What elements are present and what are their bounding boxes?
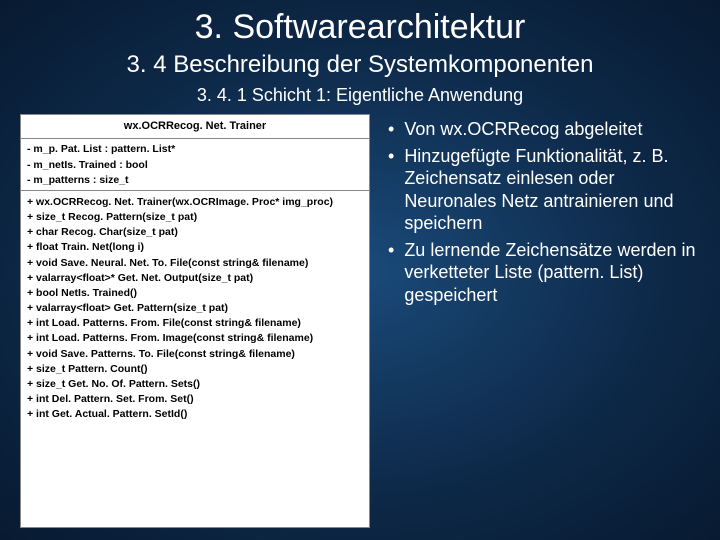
uml-op: + int Load. Patterns. From. Image(const … <box>27 331 363 346</box>
uml-op: + float Train. Net(long i) <box>27 240 363 255</box>
uml-op: + int Del. Pattern. Set. From. Set() <box>27 392 363 407</box>
uml-classname: wx.OCRRecog. Net. Trainer <box>21 115 369 139</box>
slide-title: 3. Softwarearchitektur <box>20 8 700 47</box>
uml-op: + valarray<float> Get. Pattern(size_t pa… <box>27 301 363 316</box>
list-item: • Von wx.OCRRecog abgeleitet <box>382 118 700 141</box>
uml-op: + size_t Pattern. Count() <box>27 361 363 376</box>
uml-op: + int Load. Patterns. From. File(const s… <box>27 316 363 331</box>
uml-attributes: - m_p. Pat. List : pattern. List* - m_ne… <box>21 139 369 192</box>
uml-operations: + wx.OCRRecog. Net. Trainer(wx.OCRImage.… <box>21 191 369 425</box>
slide: 3. Softwarearchitektur 3. 4 Beschreibung… <box>0 0 720 540</box>
bullet-icon: • <box>382 145 394 235</box>
uml-op: + size_t Get. No. Of. Pattern. Sets() <box>27 376 363 391</box>
slide-subtitle: 3. 4 Beschreibung der Systemkomponenten <box>20 51 700 79</box>
uml-op: + void Save. Neural. Net. To. File(const… <box>27 255 363 270</box>
uml-op: + char Recog. Char(size_t pat) <box>27 225 363 240</box>
bullet-icon: • <box>382 239 394 307</box>
bullet-text: Zu lernende Zeichensätze werden in verke… <box>404 239 700 307</box>
bullet-list: • Von wx.OCRRecog abgeleitet • Hinzugefü… <box>382 114 700 528</box>
uml-op: + int Get. Actual. Pattern. SetId() <box>27 407 363 422</box>
bullet-text: Hinzugefügte Funktionalität, z. B. Zeich… <box>404 145 700 235</box>
uml-attr: - m_p. Pat. List : pattern. List* <box>27 142 363 157</box>
content-row: wx.OCRRecog. Net. Trainer - m_p. Pat. Li… <box>20 114 700 528</box>
uml-op: + bool NetIs. Trained() <box>27 285 363 300</box>
uml-op: + wx.OCRRecog. Net. Trainer(wx.OCRImage.… <box>27 194 363 209</box>
uml-op: + void Save. Patterns. To. File(const st… <box>27 346 363 361</box>
uml-op: + valarray<float>* Get. Net. Output(size… <box>27 270 363 285</box>
uml-attr: - m_netIs. Trained : bool <box>27 157 363 172</box>
uml-class-box: wx.OCRRecog. Net. Trainer - m_p. Pat. Li… <box>20 114 370 528</box>
list-item: • Zu lernende Zeichensätze werden in ver… <box>382 239 700 307</box>
list-item: • Hinzugefügte Funktionalität, z. B. Zei… <box>382 145 700 235</box>
uml-op: + size_t Recog. Pattern(size_t pat) <box>27 210 363 225</box>
uml-attr: - m_patterns : size_t <box>27 172 363 187</box>
slide-subsubtitle: 3. 4. 1 Schicht 1: Eigentliche Anwendung <box>20 85 700 106</box>
bullet-icon: • <box>382 118 394 141</box>
bullet-text: Von wx.OCRRecog abgeleitet <box>404 118 642 141</box>
